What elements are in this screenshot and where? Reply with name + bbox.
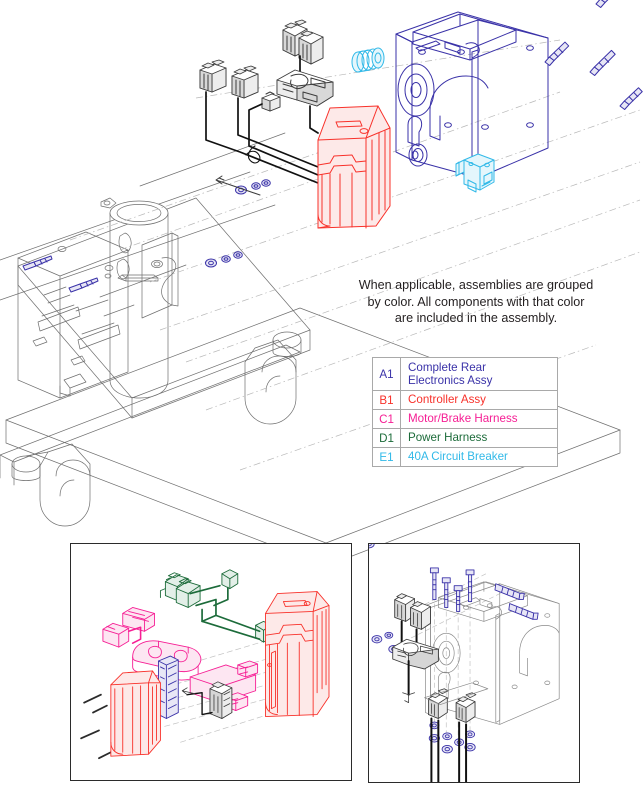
detail-panel-left: .p-ol { fill:none; stroke:#3c3c3c; strok… [70,543,352,781]
spring-coil [351,47,385,73]
assembly-screws-right [544,0,643,111]
washer-nut-group-a [235,179,271,195]
assembly-color-legend-table: A1 Complete Rear Electronics Assy B1 Con… [372,357,558,467]
panel-right-top-connectors [392,593,439,704]
legend-code-c1: C1 [372,409,401,429]
legend-row-c1: C1 Motor/Brake Harness [372,409,558,429]
legend-row-d1: D1 Power Harness [372,428,558,448]
panel-left-controller-front [110,670,161,757]
legend-code-e1: E1 [372,447,401,467]
grouping-note: When applicable, assemblies are grouped … [330,277,622,327]
rear-electronics-shroud [395,11,549,179]
note-line-2: by color. All components with that color [367,294,585,309]
legend-label-b1: Controller Assy [400,390,558,410]
parts-diagram-page: .ol { fill:none; stroke:#3c3c3c; stroke-… [0,0,644,786]
seat-post-tube [100,197,179,399]
legend-label-a1: Complete Rear Electronics Assy [400,357,558,391]
panel-left-power-harness [159,569,272,643]
legend-row-a1: A1 Complete Rear Electronics Assy [372,357,558,391]
caster-fork-assemblies [11,331,302,527]
assembly-screws-left [22,255,99,293]
legend-row-b1: B1 Controller Assy [372,390,558,410]
panel-left-controller-rear [265,591,330,717]
legend-label-a1-line2: Electronics Assy [408,374,493,387]
panel-right-bottom-connectors [424,682,489,782]
legend-code-d1: D1 [372,428,401,448]
legend-label-e1: 40A Circuit Breaker [400,447,558,467]
legend-row-e1: E1 40A Circuit Breaker [372,447,558,467]
detail-panel-left-drawing: .p-ol { fill:none; stroke:#3c3c3c; strok… [80,569,330,760]
legend-code-b1: B1 [372,390,401,410]
note-line-1: When applicable, assemblies are grouped [358,278,594,292]
panel-left-leaders [80,693,116,760]
circuit-breaker [455,153,495,193]
legend-code-a1: A1 [372,357,401,391]
controller-module [317,105,391,229]
detail-panel-right: .q-ol { fill:none; stroke:#3c3c3c; strok… [368,543,580,783]
legend-label-a1-line1: Complete Rear [408,360,486,374]
panel-left-blue-connector [157,655,179,719]
washer-nut-group-b [205,251,243,268]
detail-panel-right-drawing: .q-ol { fill:none; stroke:#3c3c3c; strok… [369,544,560,782]
legend-label-d1: Power Harness [400,428,558,448]
legend-label-c1: Motor/Brake Harness [400,409,558,429]
power-harness [276,19,334,134]
note-line-3: are included in the assembly. [394,311,558,325]
base-frame-chassis [0,132,621,567]
